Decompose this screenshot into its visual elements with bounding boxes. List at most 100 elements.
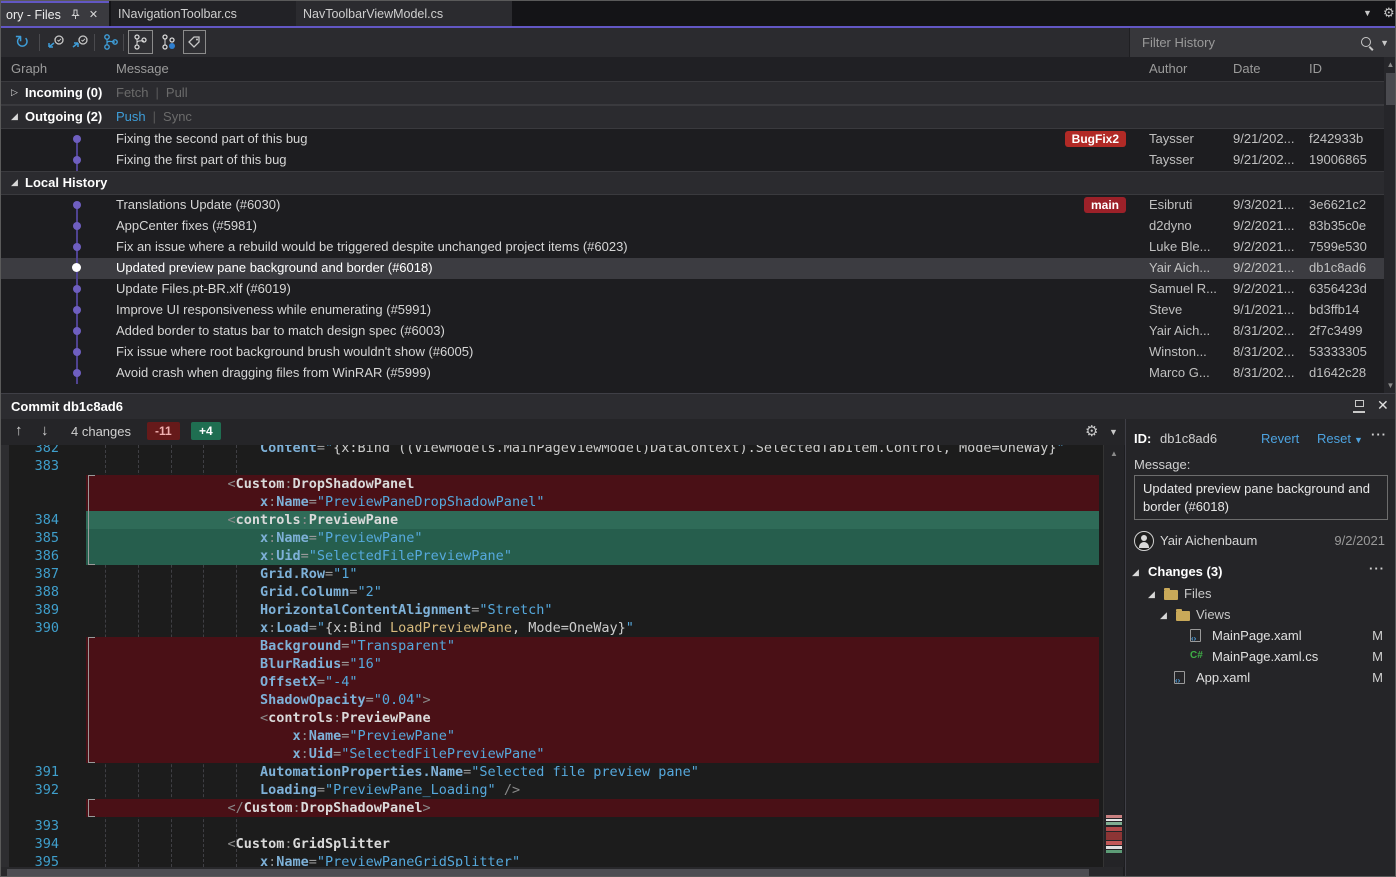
commit-row[interactable]: Avoid crash when dragging files from Win… [1,363,1384,384]
expander-expanded-icon[interactable]: ◢ [1160,610,1167,621]
expander-expanded-icon[interactable]: ◢ [11,111,18,122]
editor-hscrollbar-thumb[interactable] [7,869,1089,876]
file-status-modified: M [1372,649,1383,664]
code-text: </Custom:DropShadowPanel> [73,799,431,817]
column-header-graph[interactable]: Graph [11,61,47,76]
commit-id: 3e6621c2 [1309,197,1366,212]
changes-count: 4 changes [71,424,131,439]
tree-item-app-xaml[interactable]: ‹›App.xamlM [1126,668,1396,689]
commit-message-box[interactable]: Updated preview pane background and bord… [1134,475,1388,520]
scrollbar-change-annotation [1106,822,1122,825]
column-header-id[interactable]: ID [1309,61,1322,76]
code-text: x:Name="PreviewPane" [73,529,423,547]
file-status-modified: M [1372,628,1383,643]
editor-scroll-up-icon[interactable]: ▲ [1104,449,1124,458]
section-row-outgoing-2-[interactable]: ◢Outgoing (2)Push|Sync [1,105,1384,129]
commit-row[interactable]: Improve UI responsiveness while enumerat… [1,300,1384,321]
previous-change-button[interactable]: ↑ [15,422,23,439]
tree-item-mainpage-xaml-cs[interactable]: C#MainPage.xaml.csM [1126,647,1396,668]
column-header-author[interactable]: Author [1149,61,1187,76]
tree-item-views[interactable]: ◢Views [1126,605,1396,626]
scroll-up-icon[interactable]: ▲ [1384,60,1396,69]
expander-expanded-icon[interactable]: ◢ [1148,589,1155,600]
author-date: 9/2/2021 [1334,533,1385,548]
diff-line-added: 386 x:Uid="SelectedFilePreviewPane" [1,547,1103,565]
diff-settings-chevron-icon[interactable]: ▼ [1109,427,1118,437]
sync-link: Sync [163,109,192,124]
close-panel-icon[interactable]: ✕ [1377,397,1389,414]
column-header-message[interactable]: Message [116,61,169,76]
commit-row[interactable]: Fix issue where root background brush wo… [1,342,1384,363]
chevron-down-icon[interactable]: ▼ [1363,8,1372,18]
commit-row[interactable]: Update Files.pt-BR.xlf (#6019)Samuel R..… [1,279,1384,300]
tab-inavigationtoolbar[interactable]: INavigationToolbar.cs [111,1,301,26]
tree-item-files[interactable]: ◢Files [1126,584,1396,605]
search-icon[interactable] [1360,36,1374,50]
history-column-headers: Graph Message Author Date ID [1,57,1395,81]
column-header-date[interactable]: Date [1233,61,1260,76]
expander-collapsed-icon[interactable]: ▷ [11,87,18,98]
line-number: 395 [1,853,59,867]
commit-row[interactable]: AppCenter fixes (#5981)d2dyno9/2/2021...… [1,216,1384,237]
history-scrollbar[interactable]: ▲ ▼ [1384,57,1396,393]
section-row-local-history[interactable]: ◢Local History [1,171,1384,195]
tab-navtoolbarviewmodel[interactable]: NavToolbarViewModel.cs [296,1,512,26]
float-window-icon[interactable] [1353,403,1365,413]
commit-row[interactable]: Updated preview pane background and bord… [1,258,1384,279]
changes-more-icon[interactable]: ··· [1369,561,1385,576]
scroll-down-icon[interactable]: ▼ [1384,381,1396,390]
show-graph-toggle[interactable] [128,30,153,54]
tab-history-files[interactable]: ory - Files ✕ [1,1,109,26]
graph-commit-dot [73,135,81,143]
gear-icon[interactable]: ⚙ [1383,5,1395,21]
code-text: x:Name="PreviewPaneDropShadowPanel" [73,493,544,511]
code-text: OffsetX="-4" [73,673,358,691]
graph-commit-dot [73,222,81,230]
author-name: Yair Aichenbaum [1160,533,1257,548]
commit-panel-title: Commit db1c8ad6 [11,399,123,414]
reset-link[interactable]: Reset [1317,431,1351,446]
branch-icon[interactable] [100,30,122,54]
commit-id: 19006865 [1309,152,1367,167]
filter-history-searchbox[interactable]: Filter History ▼ [1129,28,1396,57]
diff-line: 382 Content="{x:Bind ((ViewModels.MainPa… [1,445,1103,457]
push-icon[interactable] [69,30,91,54]
code-text: x:Uid="SelectedFilePreviewPane" [73,745,544,763]
next-change-button[interactable]: ↓ [41,422,49,439]
code-text: Content="{x:Bind ((ViewModels.MainPageVi… [73,445,1065,457]
commit-date: 9/21/202... [1233,152,1305,167]
commit-row[interactable]: Fixing the second part of this bugBugFix… [1,129,1384,150]
diff-settings-gear-icon[interactable]: ⚙ [1085,422,1098,440]
show-tags-toggle[interactable] [183,30,206,54]
graph-commit-dot [73,369,81,377]
code-text: x:Name="PreviewPane" [73,727,455,745]
commit-row[interactable]: Fixing the first part of this bugTaysser… [1,150,1384,171]
editor-scrollbar[interactable]: ▲ [1103,445,1124,867]
commit-row[interactable]: Added border to status bar to match desi… [1,321,1384,342]
push-link[interactable]: Push [116,109,146,124]
close-tab-icon[interactable]: ✕ [89,8,98,21]
code-text: Grid.Row="1" [73,565,358,583]
show-authors-toggle[interactable] [156,30,181,54]
more-actions-icon[interactable]: ··· [1371,427,1387,442]
revert-link[interactable]: Revert [1261,431,1299,446]
commit-row[interactable]: Translations Update (#6030)mainEsibruti9… [1,195,1384,216]
search-options-chevron-icon[interactable]: ▼ [1380,38,1389,48]
diff-code-editor[interactable]: 382 Content="{x:Bind ((ViewModels.MainPa… [1,445,1103,867]
change-bracket [88,637,95,763]
tree-item-mainpage-xaml[interactable]: ‹›MainPage.xamlM [1126,626,1396,647]
fetch-icon[interactable] [45,30,67,54]
commit-row[interactable]: Fix an issue where a rebuild would be tr… [1,237,1384,258]
section-row-incoming-0-[interactable]: ▷Incoming (0)Fetch|Pull [1,81,1384,105]
refresh-button[interactable]: ↻ [11,30,33,54]
diff-line-deleted: x:Name="PreviewPaneDropShadowPanel" [1,493,1103,511]
scrollbar-change-annotation [1106,827,1122,831]
history-scrollbar-thumb[interactable] [1386,73,1395,105]
expander-icon[interactable]: ◢ [1132,567,1139,578]
reset-chevron-icon[interactable]: ▼ [1354,435,1363,445]
expander-expanded-icon[interactable]: ◢ [11,177,18,188]
editor-horizontal-scrollbar[interactable] [1,867,1123,877]
changes-section-header[interactable]: ◢ Changes (3) ··· [1126,563,1396,584]
commit-message: AppCenter fixes (#5981) [116,218,257,233]
pin-icon[interactable] [70,9,81,20]
